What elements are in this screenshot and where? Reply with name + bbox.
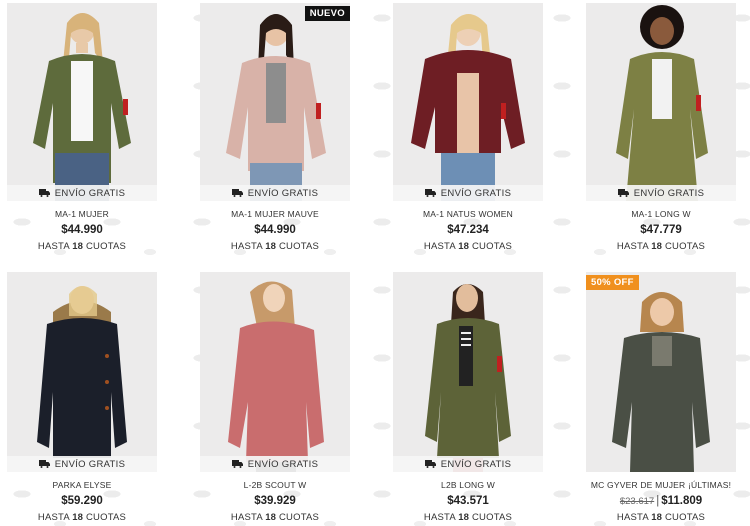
model-photo <box>612 292 710 472</box>
free-shipping-banner: ENVÍO GRATIS <box>7 456 157 472</box>
product-price: $44.990 <box>254 224 296 236</box>
model-photo <box>425 284 511 472</box>
free-shipping-banner: ENVÍO GRATIS <box>200 456 350 472</box>
product-grid: ENVÍO GRATIS MA-1 MUJER $44.990 HASTA 18… <box>0 0 750 526</box>
product-name[interactable]: MA-1 MUJER MAUVE <box>200 209 350 221</box>
installments-text: HASTA 18 CUOTAS <box>616 241 706 252</box>
model-photo <box>37 286 127 458</box>
free-shipping-banner: ENVÍO GRATIS <box>200 185 350 201</box>
product-price: $47.234 <box>447 224 489 236</box>
truck-icon <box>424 189 436 197</box>
product-image[interactable]: ENVÍO GRATIS <box>7 272 157 472</box>
installments-text: HASTA 18 CUOTAS <box>423 512 513 523</box>
product-card-l2b-scout-w[interactable]: ENVÍO GRATIS L-2B SCOUT W $39.929 HASTA … <box>200 272 350 523</box>
free-shipping-banner: ENVÍO GRATIS <box>7 185 157 201</box>
product-card-l2b-long-w[interactable]: ENVÍO GRATIS L2B LONG W $43.571 HASTA 18… <box>393 272 543 523</box>
discount-badge: 50% OFF <box>586 275 639 290</box>
product-image[interactable]: ENVÍO GRATIS <box>393 3 543 201</box>
product-price: $39.929 <box>254 495 296 507</box>
free-shipping-banner: ENVÍO GRATIS <box>393 456 543 472</box>
product-name[interactable]: MA-1 NATUS WOMEN <box>393 209 543 221</box>
free-shipping-label: ENVÍO GRATIS <box>247 458 319 470</box>
product-name[interactable]: MA-1 MUJER <box>7 209 157 221</box>
product-image[interactable]: ENVÍO GRATIS <box>393 272 543 472</box>
model-photo <box>226 14 326 201</box>
free-shipping-label: ENVÍO GRATIS <box>633 187 705 199</box>
product-name[interactable]: MC GYVER DE MUJER ¡ÚLTIMAS! <box>586 480 736 492</box>
free-shipping-banner: ENVÍO GRATIS <box>586 185 736 201</box>
product-image[interactable]: NUEVO ENVÍO GRATIS <box>200 3 350 201</box>
product-price: $43.571 <box>447 495 489 507</box>
free-shipping-label: ENVÍO GRATIS <box>247 187 319 199</box>
model-photo <box>33 13 131 201</box>
model-photo <box>616 5 708 201</box>
free-shipping-label: ENVÍO GRATIS <box>440 187 512 199</box>
original-price: $23.617 <box>619 496 655 507</box>
product-name[interactable]: MA-1 LONG W <box>586 209 736 221</box>
installments-text: HASTA 18 CUOTAS <box>230 512 320 523</box>
truck-icon <box>38 460 50 468</box>
product-price: $23.617 | $11.809 <box>619 495 703 507</box>
truck-icon <box>617 189 629 197</box>
installments-text: HASTA 18 CUOTAS <box>37 241 127 252</box>
model-photo <box>228 281 324 472</box>
product-image[interactable]: ENVÍO GRATIS <box>7 3 157 201</box>
product-image[interactable]: 50% OFF <box>586 272 736 472</box>
new-badge: NUEVO <box>304 6 350 21</box>
product-name[interactable]: PARKA ELYSE <box>7 480 157 492</box>
product-name[interactable]: L-2B SCOUT W <box>200 480 350 492</box>
product-name[interactable]: L2B LONG W <box>393 480 543 492</box>
installments-text: HASTA 18 CUOTAS <box>423 241 513 252</box>
installments-text: HASTA 18 CUOTAS <box>230 241 320 252</box>
sale-price: $11.809 <box>661 495 703 507</box>
installments-text: HASTA 18 CUOTAS <box>616 512 706 523</box>
truck-icon <box>231 189 243 197</box>
product-card-parka-elyse[interactable]: ENVÍO GRATIS PARKA ELYSE $59.290 HASTA 1… <box>7 272 157 523</box>
model-photo <box>411 14 525 201</box>
product-card-ma1-long-w[interactable]: ENVÍO GRATIS MA-1 LONG W $47.779 HASTA 1… <box>586 3 736 252</box>
product-price: $59.290 <box>61 495 103 507</box>
product-card-ma1-natus-women[interactable]: ENVÍO GRATIS MA-1 NATUS WOMEN $47.234 HA… <box>393 3 543 252</box>
truck-icon <box>38 189 50 197</box>
free-shipping-label: ENVÍO GRATIS <box>54 187 126 199</box>
product-card-ma1-mujer-mauve[interactable]: NUEVO ENVÍO GRATIS MA-1 MUJER MAUVE $44.… <box>200 3 350 252</box>
product-price: $44.990 <box>61 224 103 236</box>
installments-text: HASTA 18 CUOTAS <box>37 512 127 523</box>
product-card-ma1-mujer[interactable]: ENVÍO GRATIS MA-1 MUJER $44.990 HASTA 18… <box>7 3 157 252</box>
product-image[interactable]: ENVÍO GRATIS <box>200 272 350 472</box>
truck-icon <box>231 460 243 468</box>
free-shipping-label: ENVÍO GRATIS <box>54 458 126 470</box>
product-image[interactable]: ENVÍO GRATIS <box>586 3 736 201</box>
product-price: $47.779 <box>640 224 682 236</box>
truck-icon <box>424 460 436 468</box>
product-card-mc-gyver-de-mujer[interactable]: 50% OFF MC GYVER DE MUJER ¡ÚLTIMAS! $23.… <box>586 272 736 523</box>
free-shipping-banner: ENVÍO GRATIS <box>393 185 543 201</box>
free-shipping-label: ENVÍO GRATIS <box>440 458 512 470</box>
